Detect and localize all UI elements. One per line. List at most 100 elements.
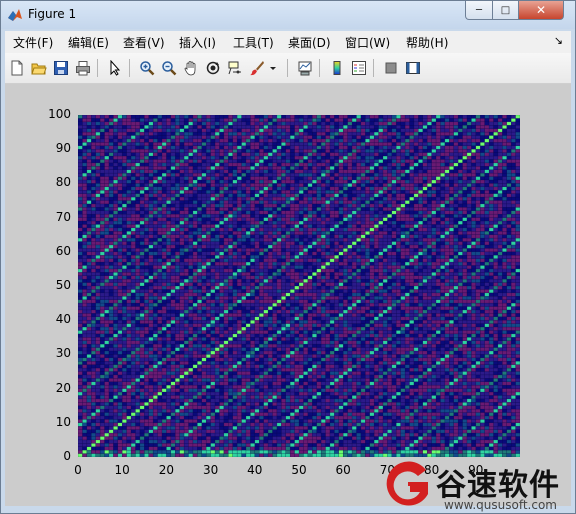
- close-button[interactable]: ✕: [518, 1, 564, 20]
- heatmap-cell: [170, 419, 176, 423]
- heatmap-cell: [259, 395, 264, 399]
- heatmap-cell: [475, 419, 481, 423]
- heatmap-cell: [396, 350, 401, 355]
- legend-icon[interactable]: [350, 59, 368, 77]
- heatmap-cell: [126, 453, 132, 457]
- zoom-out-icon[interactable]: [160, 59, 178, 77]
- select-arrow-icon[interactable]: [106, 59, 124, 77]
- menu-desktop[interactable]: 桌面(D): [288, 34, 331, 51]
- heatmap-cell: [210, 244, 216, 249]
- heatmap-cell: [303, 388, 308, 393]
- heatmap-cell: [281, 313, 286, 317]
- heatmap-cell: [431, 446, 437, 451]
- heatmap-cell: [515, 405, 520, 410]
- heatmap-cell: [382, 392, 388, 396]
- heatmap-cell: [215, 268, 220, 273]
- minimize-button[interactable]: ─: [465, 1, 493, 20]
- heatmap-cell: [343, 395, 348, 399]
- heatmap-cell: [144, 340, 149, 345]
- menu-help[interactable]: 帮助(H): [406, 34, 448, 51]
- brush-dropdown-icon[interactable]: [268, 59, 278, 77]
- heatmap-cell: [276, 309, 282, 314]
- show-plot-tools-icon[interactable]: [404, 59, 422, 77]
- hide-plot-tools-icon[interactable]: [382, 59, 400, 77]
- pan-hand-icon[interactable]: [182, 59, 200, 77]
- save-icon[interactable]: [52, 59, 70, 77]
- brush-icon[interactable]: [248, 59, 266, 77]
- heatmap-cell: [259, 248, 264, 252]
- heatmap-cell: [396, 371, 401, 375]
- title-bar[interactable]: Figure 1 ─ □ ✕: [1, 1, 575, 29]
- heatmap-cell: [139, 395, 145, 399]
- heatmap-cell: [338, 398, 344, 403]
- heatmap-cell: [347, 385, 353, 389]
- heatmap-cell: [307, 419, 313, 423]
- maximize-button[interactable]: □: [492, 1, 519, 20]
- heatmap-cell: [210, 422, 216, 427]
- open-file-icon[interactable]: [30, 59, 48, 77]
- heatmap-cell: [475, 354, 481, 358]
- menu-view[interactable]: 查看(V): [123, 34, 165, 51]
- heatmap-cell: [405, 262, 410, 266]
- heatmap-cell: [197, 262, 202, 266]
- heatmap-cell: [232, 436, 238, 440]
- link-plot-icon[interactable]: [296, 59, 314, 77]
- menu-window[interactable]: 窗口(W): [345, 34, 390, 51]
- heatmap-cell: [418, 450, 423, 454]
- heatmap-cell: [506, 450, 512, 454]
- heatmap-cell: [91, 378, 96, 382]
- heatmap-cell: [219, 309, 224, 314]
- menu-edit[interactable]: 编辑(E): [68, 34, 109, 51]
- data-cursor-icon[interactable]: [226, 59, 244, 77]
- print-icon[interactable]: [74, 59, 92, 77]
- heatmap-cell: [285, 299, 291, 304]
- dock-arrow-icon[interactable]: ↘: [554, 34, 563, 47]
- heatmap-cell: [418, 439, 423, 444]
- heatmap-cell: [192, 268, 198, 273]
- new-figure-icon[interactable]: [8, 59, 26, 77]
- heatmap-cell: [254, 309, 260, 314]
- heatmap-cell: [329, 248, 335, 252]
- heatmap-cell: [206, 415, 211, 420]
- heatmap-cell: [387, 248, 392, 252]
- heatmap-cell: [210, 446, 216, 451]
- heatmap-cell: [206, 296, 211, 300]
- colorbar-icon[interactable]: [328, 59, 346, 77]
- rotate-3d-icon[interactable]: [204, 59, 222, 77]
- heatmap-cell: [418, 354, 423, 358]
- heatmap-cell: [188, 433, 193, 437]
- heatmap-cell: [237, 398, 242, 403]
- heatmap-cell: [431, 320, 437, 324]
- heatmap-cell: [299, 255, 304, 259]
- heatmap-cell: [276, 296, 282, 300]
- heatmap-cell: [475, 371, 481, 375]
- heatmap-cell: [387, 419, 392, 423]
- menu-file[interactable]: 文件(F): [13, 34, 53, 51]
- zoom-in-icon[interactable]: [138, 59, 156, 77]
- heatmap-cell: [210, 282, 216, 286]
- heatmap-cell: [272, 265, 277, 269]
- heatmap-cell: [122, 289, 127, 293]
- heatmap-cell: [422, 282, 428, 286]
- menu-insert[interactable]: 插入(I): [179, 34, 216, 51]
- heatmap-cell: [290, 327, 295, 331]
- heatmap-cell: [122, 381, 127, 386]
- heatmap-axes[interactable]: [78, 115, 520, 457]
- heatmap-cell: [493, 282, 498, 286]
- heatmap-cell: [343, 241, 348, 245]
- heatmap-cell: [82, 327, 87, 331]
- heatmap-cell: [268, 412, 273, 416]
- heatmap-cell: [409, 251, 414, 256]
- heatmap-cell: [374, 303, 379, 307]
- heatmap-cell: [356, 368, 361, 372]
- heatmap-cell: [378, 303, 383, 307]
- heatmap-cell: [91, 279, 96, 283]
- heatmap-cell: [201, 443, 207, 447]
- menu-tools[interactable]: 工具(T): [233, 34, 274, 51]
- heatmap-cell: [104, 337, 109, 341]
- heatmap-cell: [263, 378, 269, 382]
- heatmap-cell: [493, 347, 498, 351]
- heatmap-cell: [413, 395, 419, 399]
- heatmap-cell: [100, 443, 105, 447]
- heatmap-cell: [515, 385, 520, 389]
